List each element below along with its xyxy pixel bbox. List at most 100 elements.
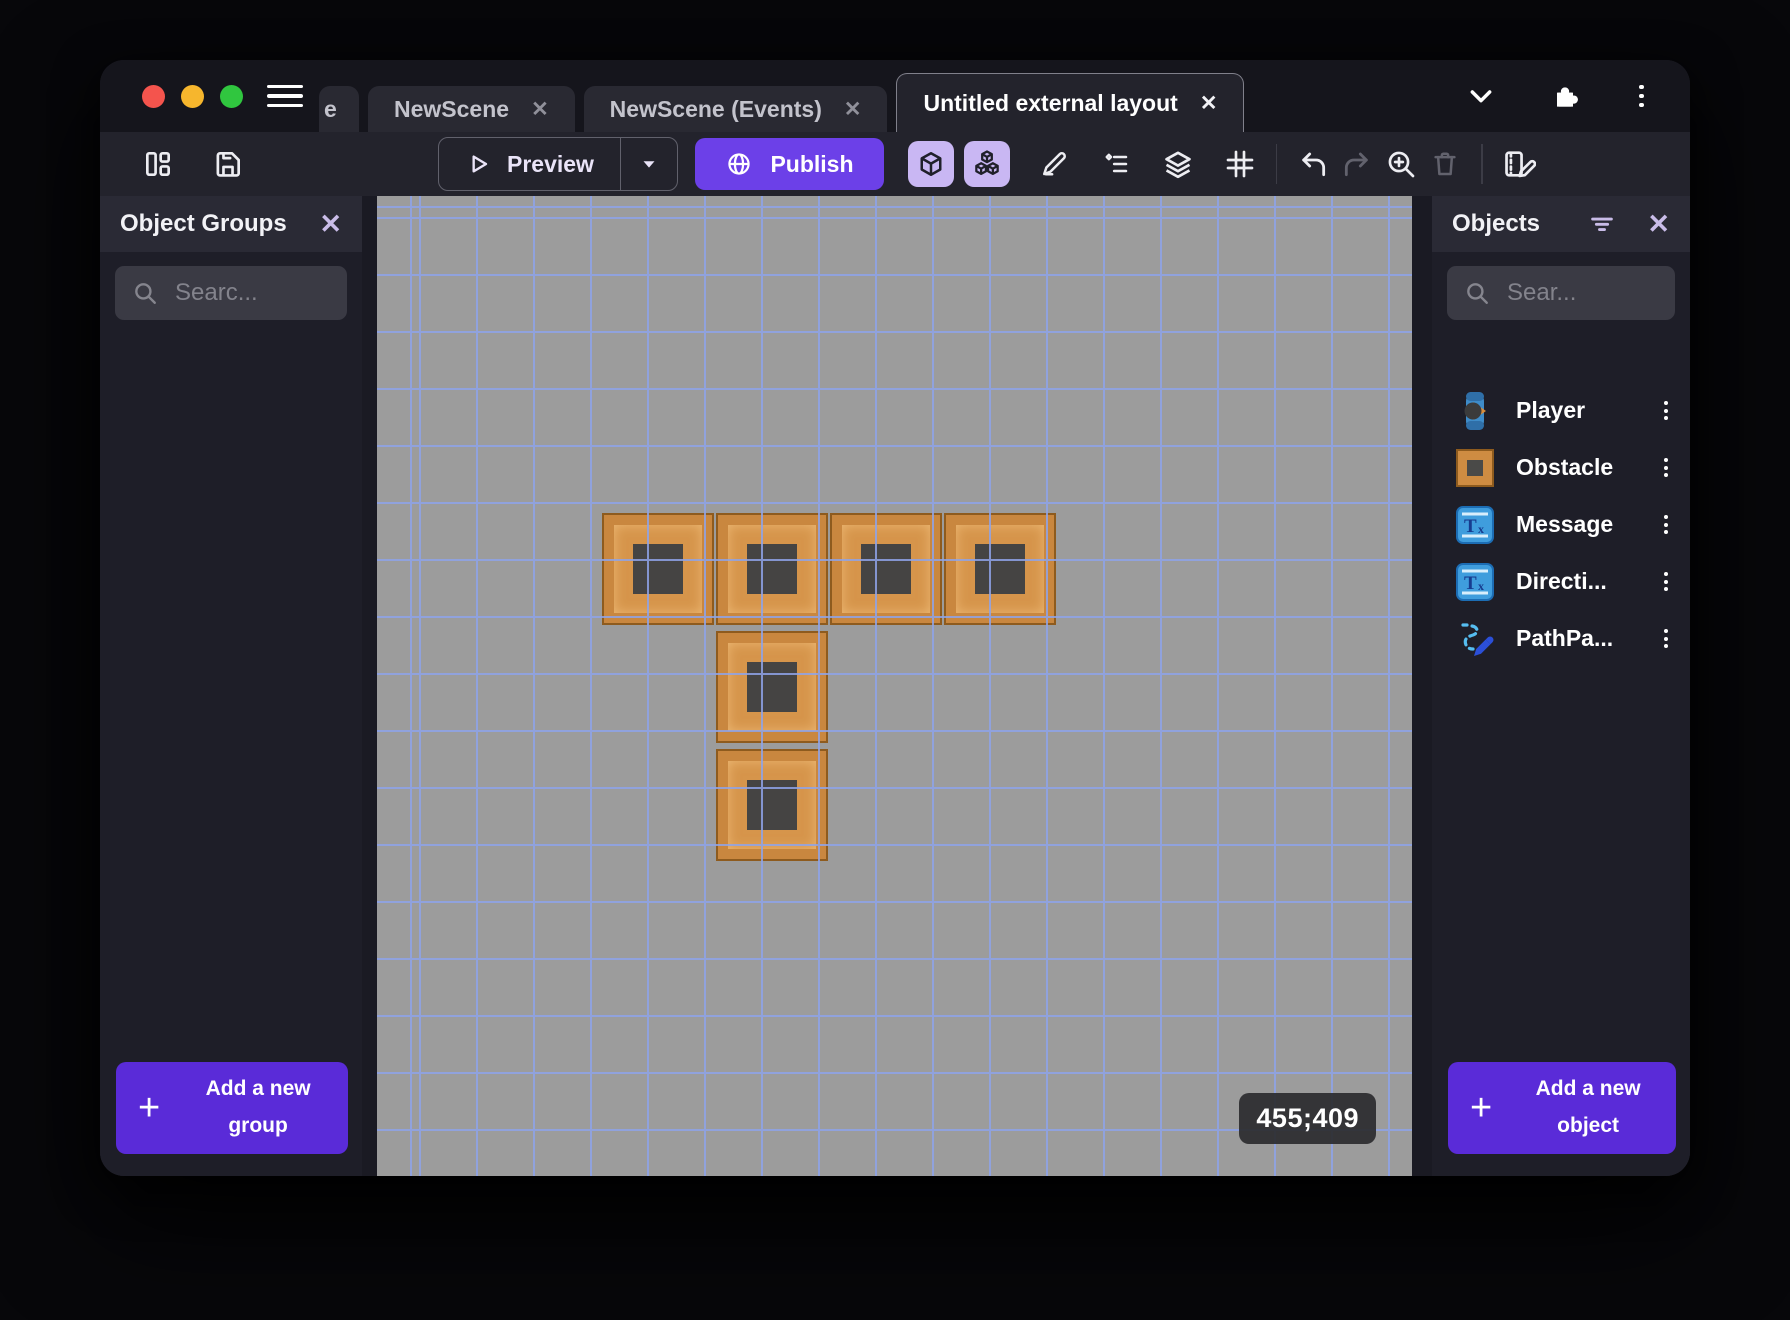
chevron-down-icon[interactable] [1465, 80, 1497, 112]
objects-panel: Objects ✕ Player Obstacle Tx Message Tx … [1432, 196, 1690, 1176]
path-edit-icon [1461, 622, 1494, 656]
globe-icon [728, 153, 751, 175]
object-list-item-message[interactable]: Tx Message [1432, 496, 1690, 553]
play-icon [472, 155, 488, 173]
layers-button[interactable] [1156, 142, 1200, 186]
object-groups-search[interactable] [115, 266, 347, 320]
obstacle-instance[interactable] [944, 513, 1056, 625]
objects-title: Objects [1452, 210, 1541, 237]
plus-icon: + [138, 1087, 161, 1129]
tab-untitled-external-layout[interactable]: Untitled external layout ✕ [896, 73, 1245, 132]
toolbar: Preview Publish [100, 132, 1690, 196]
tab-label: NewScene [394, 95, 510, 122]
search-input[interactable] [1505, 278, 1658, 308]
add-object-button[interactable]: + Add a new object [1448, 1062, 1676, 1154]
save-floppy-icon [216, 152, 240, 177]
tab-label: Untitled external layout [923, 89, 1178, 116]
scene-canvas[interactable]: 455;409 [377, 196, 1412, 1176]
preview-button[interactable]: Preview [438, 137, 679, 191]
object-name: PathPa... [1516, 625, 1614, 651]
grid-button[interactable] [1218, 142, 1262, 186]
obstacle-instance[interactable] [830, 513, 942, 625]
menu-icon[interactable] [267, 84, 303, 108]
objects-view-toggle-button[interactable] [907, 141, 954, 187]
panels-layout-icon [146, 152, 170, 176]
obstacle-instance[interactable] [602, 513, 714, 625]
edit-scene-properties-button[interactable] [1497, 142, 1541, 186]
obstacle-tile-icon [1456, 448, 1494, 487]
tab-close-icon[interactable]: ✕ [844, 97, 862, 122]
trash-icon [1434, 152, 1456, 176]
text-object-icon: Tx [1456, 562, 1494, 601]
text-icon: Tx [1454, 561, 1496, 603]
project-manager-button[interactable] [136, 142, 180, 186]
delete-button[interactable] [1423, 142, 1467, 186]
grid-overlay [377, 196, 1412, 1176]
instances-view-toggle-button[interactable] [963, 141, 1010, 187]
object-menu-button[interactable] [1658, 513, 1674, 537]
plus-icon: + [1470, 1087, 1493, 1129]
tab-bar: e NewScene ✕ NewScene (Events) ✕ Untitle… [319, 60, 1425, 132]
main-area: Object Groups ✕ + Add a new group 455;40… [100, 196, 1690, 1176]
cubes-icon [974, 150, 999, 175]
objects-search[interactable] [1447, 266, 1675, 320]
objects-list: Player Obstacle Tx Message Tx Directi...… [1432, 382, 1690, 667]
object-groups-list [100, 320, 362, 1062]
object-menu-button[interactable] [1658, 570, 1674, 594]
add-object-label: Add a new object [1535, 1077, 1641, 1137]
object-menu-button[interactable] [1658, 456, 1674, 480]
redo-button[interactable] [1335, 142, 1379, 186]
object-list-item-obstacle[interactable]: Obstacle [1432, 439, 1690, 496]
text-icon: Tx [1454, 504, 1496, 546]
tab-close-icon[interactable]: ✕ [1200, 91, 1218, 116]
obstacle-instance[interactable] [716, 513, 828, 625]
search-input[interactable] [173, 278, 330, 308]
window-controls [142, 84, 243, 108]
tab-newscene[interactable]: NewScene ✕ [368, 86, 575, 132]
more-options-icon[interactable] [1633, 83, 1650, 110]
cursor-coordinates-badge: 455;409 [1239, 1093, 1376, 1144]
object-list-item-directi[interactable]: Tx Directi... [1432, 553, 1690, 610]
publish-button[interactable]: Publish [695, 138, 884, 190]
svg-text:x: x [1478, 522, 1484, 536]
extensions-puzzle-icon[interactable] [1549, 80, 1581, 112]
search-icon [1467, 283, 1488, 304]
object-name: Message [1516, 511, 1614, 537]
tab-newscene-events-[interactable]: NewScene (Events) ✕ [583, 86, 888, 132]
zoom-window-button[interactable] [220, 84, 243, 108]
undo-button[interactable] [1291, 142, 1335, 186]
tab-label: NewScene (Events) [609, 95, 822, 122]
preview-dropdown-button[interactable] [621, 138, 677, 190]
obstacle-instance[interactable] [716, 749, 828, 861]
object-list-item-player[interactable]: Player [1432, 382, 1690, 439]
add-group-button[interactable]: + Add a new group [116, 1062, 348, 1154]
caret-down-icon [643, 161, 655, 168]
save-button[interactable] [206, 142, 250, 186]
close-icon[interactable]: ✕ [319, 210, 342, 238]
minimize-window-button[interactable] [181, 84, 204, 108]
redo-icon [1344, 152, 1368, 177]
instances-list-button[interactable] [1094, 142, 1138, 186]
object-groups-title: Object Groups [120, 210, 287, 237]
search-icon [135, 283, 156, 304]
tab-close-icon[interactable]: ✕ [531, 97, 549, 122]
object-name: Obstacle [1516, 454, 1614, 480]
tab-e[interactable]: e [319, 86, 359, 132]
zoom-in-button[interactable] [1379, 142, 1423, 186]
object-menu-button[interactable] [1658, 627, 1674, 651]
obstacle-icon [1454, 447, 1496, 489]
filter-icon[interactable] [1587, 209, 1617, 239]
close-window-button[interactable] [142, 84, 165, 108]
titlebar-actions [1465, 80, 1650, 112]
path-icon [1454, 618, 1496, 660]
player-sprite-icon [1464, 391, 1486, 430]
publish-label: Publish [770, 150, 854, 177]
object-menu-button[interactable] [1658, 399, 1674, 423]
film-edit-icon [1504, 151, 1536, 178]
titlebar: e NewScene ✕ NewScene (Events) ✕ Untitle… [100, 60, 1690, 132]
obstacle-instance[interactable] [716, 631, 828, 743]
close-icon[interactable]: ✕ [1647, 210, 1670, 238]
list-icon [1105, 153, 1127, 173]
edit-points-button[interactable] [1032, 142, 1076, 186]
object-list-item-pathpa[interactable]: PathPa... [1432, 610, 1690, 667]
